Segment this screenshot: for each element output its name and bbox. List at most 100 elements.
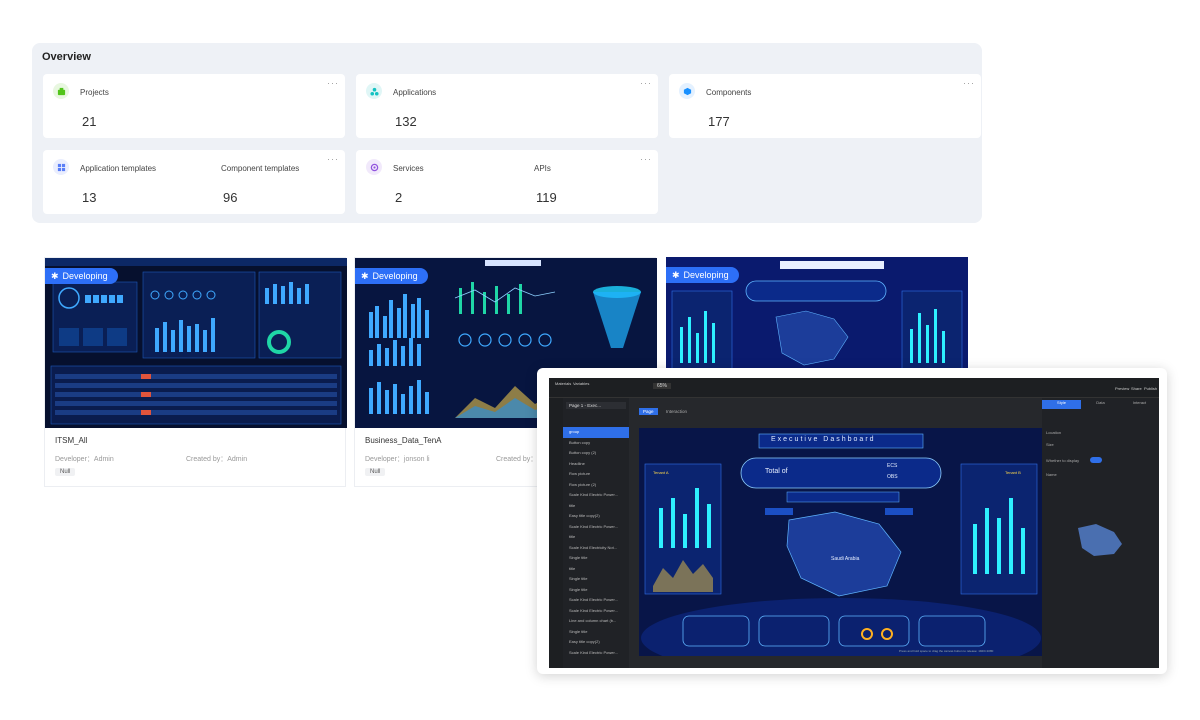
application-icon: [366, 83, 382, 99]
properties-panel: Style Data Interact Location Size Whethe…: [1042, 398, 1159, 668]
tenant-a-label: Tenant A: [653, 470, 669, 475]
components-card[interactable]: Components 177 ···: [669, 74, 981, 138]
status-badge-label: Developing: [683, 270, 729, 280]
project-tag: Null: [365, 468, 386, 476]
editor-screen: Materials Variables 65% Preview Share Pu…: [549, 378, 1159, 668]
more-icon[interactable]: ···: [963, 78, 975, 88]
components-value: 177: [708, 114, 730, 129]
tab-style[interactable]: Style: [1042, 400, 1081, 409]
display-toggle[interactable]: [1090, 457, 1102, 463]
gear-icon: ✱: [51, 270, 59, 281]
region-label: Saudi Arabia: [831, 556, 860, 562]
layer-item[interactable]: Scale Kind Electric Power...: [563, 595, 629, 606]
more-icon[interactable]: ···: [327, 78, 339, 88]
canvas-footer-hint: Press and hold space to drag the canvas …: [899, 649, 994, 653]
project-card-itsm[interactable]: ✱ Developing ITSM_All Developer：Admin Cre…: [44, 257, 347, 487]
project-name: Business_Data_TenA: [365, 436, 442, 445]
status-badge-label: Developing: [372, 271, 418, 281]
layer-item[interactable]: Single title: [563, 574, 629, 585]
tab-data[interactable]: Data: [1081, 400, 1120, 409]
layer-item[interactable]: Row picture (2): [563, 480, 629, 491]
layer-item[interactable]: Single title: [563, 585, 629, 596]
services-label: Services: [393, 164, 424, 173]
map-preview-image: [1078, 524, 1122, 556]
layer-item[interactable]: Scale Kind Electric Power...: [563, 522, 629, 533]
services-card[interactable]: Services 2 APIs 119 ···: [356, 150, 658, 214]
components-label: Components: [706, 88, 752, 97]
services-value: 2: [395, 190, 403, 205]
overview-panel: Overview Projects 21 ··· Applications 13…: [32, 43, 982, 223]
editor-window: Materials Variables 65% Preview Share Pu…: [537, 368, 1167, 674]
status-badge-label: Developing: [62, 271, 108, 281]
app-templates-label: Application templates: [80, 164, 157, 173]
more-icon[interactable]: ···: [640, 154, 652, 164]
projects-value: 21: [82, 114, 97, 129]
project-card-executive[interactable]: ✱ Developing: [666, 257, 968, 372]
apis-label: APIs: [534, 164, 551, 173]
page-select[interactable]: Page 1 - Exec...: [566, 402, 626, 409]
size-label: Size: [1046, 442, 1054, 447]
layer-item[interactable]: Easy title copy(2): [563, 637, 629, 648]
service-icon: [366, 159, 382, 175]
projects-label: Projects: [80, 88, 109, 97]
variables-button[interactable]: Variables: [573, 381, 589, 386]
layer-item[interactable]: Line and column chart (b...: [563, 616, 629, 627]
layer-item[interactable]: Single title: [563, 553, 629, 564]
preview-button[interactable]: Preview: [1115, 386, 1129, 391]
layer-item[interactable]: Scale Kind Electric Power...: [563, 490, 629, 501]
editor-toolbar: Materials Variables 65% Preview Share Pu…: [549, 378, 1159, 398]
applications-value: 132: [395, 114, 417, 129]
tab-page[interactable]: Page: [639, 408, 658, 415]
share-button[interactable]: Share: [1131, 386, 1142, 391]
apis-value: 119: [536, 190, 557, 205]
overview-title: Overview: [42, 51, 91, 63]
design-canvas[interactable]: Executive Dashboard Total of ECS OBS Ten…: [639, 428, 1043, 656]
layer-item[interactable]: Row picture: [563, 469, 629, 480]
project-created-by: Created by：J: [496, 456, 541, 463]
layer-item[interactable]: Scale Kind Electric Power...: [563, 648, 629, 659]
layer-item[interactable]: Single title: [563, 627, 629, 638]
editor-tabs: Page Interaction: [639, 400, 691, 415]
project-created-by: Created by：Admin: [186, 456, 248, 463]
more-icon[interactable]: ···: [327, 154, 339, 164]
name-label: Name: [1046, 472, 1057, 477]
publish-button[interactable]: Publish: [1144, 386, 1157, 391]
project-icon: [53, 83, 69, 99]
tab-interaction[interactable]: Interaction: [662, 408, 691, 415]
layer-item[interactable]: group: [563, 427, 629, 438]
layer-item[interactable]: Button copy: [563, 438, 629, 449]
template-icon: [53, 159, 69, 175]
project-thumbnail[interactable]: ✱ Developing: [45, 258, 347, 428]
tab-interact[interactable]: Interact: [1120, 400, 1159, 409]
status-badge: ✱ Developing: [355, 268, 428, 284]
app-templates-value: 13: [82, 190, 97, 205]
materials-button[interactable]: Materials: [555, 381, 571, 386]
gear-icon: ✱: [361, 270, 369, 281]
total-label: Total of: [765, 468, 788, 475]
gear-icon: ✱: [672, 269, 680, 280]
status-badge: ✱ Developing: [666, 267, 739, 283]
applications-card[interactable]: Applications 132 ···: [356, 74, 658, 138]
component-icon: [679, 83, 695, 99]
layer-item[interactable]: Scale Kind Electric Power...: [563, 606, 629, 617]
layer-item[interactable]: Easy title copy(2): [563, 511, 629, 522]
layer-item[interactable]: Headline: [563, 459, 629, 470]
projects-card[interactable]: Projects 21 ···: [43, 74, 345, 138]
applications-label: Applications: [393, 88, 437, 97]
editor-tool-rail: [549, 398, 563, 668]
more-icon[interactable]: ···: [640, 78, 652, 88]
layer-item[interactable]: title: [563, 532, 629, 543]
layer-item[interactable]: Scale Kind Electricity Not...: [563, 543, 629, 554]
ecs-label: ECS: [887, 463, 898, 469]
templates-card[interactable]: Application templates 13 Component templ…: [43, 150, 345, 214]
layer-item[interactable]: Button copy (2): [563, 448, 629, 459]
canvas-title: Executive Dashboard: [771, 436, 876, 443]
tenant-b-label: Tenant B: [1005, 470, 1021, 475]
comp-templates-label: Component templates: [221, 164, 300, 173]
project-developer: Developer：jonson li: [365, 456, 430, 463]
layer-item[interactable]: title: [563, 501, 629, 512]
layer-item[interactable]: title: [563, 564, 629, 575]
obs-label: OBS: [887, 474, 898, 480]
project-thumbnail[interactable]: ✱ Developing: [666, 257, 968, 372]
zoom-level[interactable]: 65%: [653, 383, 672, 389]
